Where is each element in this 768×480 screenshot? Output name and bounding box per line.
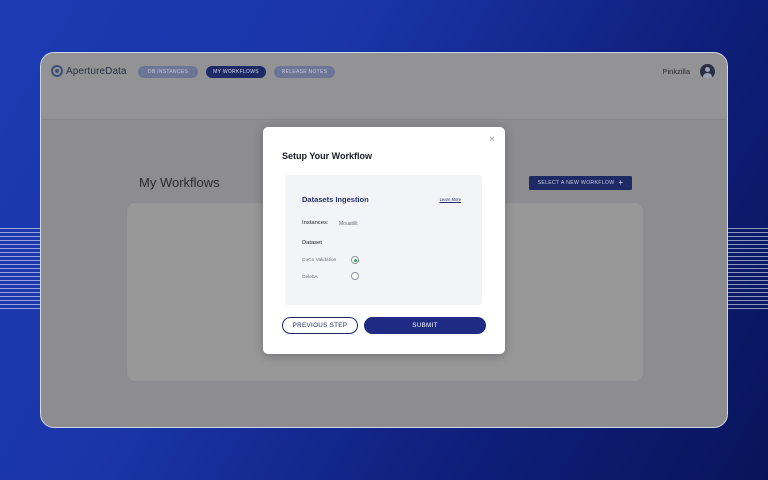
nav-my-workflows[interactable]: MY WORKFLOWS [206,66,266,78]
dataset-label: Dataset [302,240,322,246]
avatar[interactable] [700,64,715,79]
logo-text: ApertureData [66,65,127,77]
top-navigation-bar: ApertureData DB INSTANCES MY WORKFLOWS R… [41,53,727,120]
setup-workflow-modal: × Setup Your Workflow Datasets Ingestion… [263,127,505,354]
workflow-config-panel: Datasets Ingestion Learn More Instances:… [285,175,482,305]
aperture-logo-icon [51,65,63,77]
modal-title: Setup Your Workflow [282,151,373,161]
nav-release-notes[interactable]: RELEASE NOTES [274,66,335,78]
previous-step-button[interactable]: PREVIOUS STEP [282,317,358,334]
page-title: My Workflows [139,175,220,190]
close-icon[interactable]: × [489,135,495,145]
dataset-option-label-celeba: CelebA [302,275,318,280]
submit-button[interactable]: SUBMIT [364,317,486,334]
logo[interactable]: ApertureData [51,65,127,77]
username[interactable]: Pinkzilla [662,67,690,76]
learn-more-link[interactable]: Learn More [440,197,461,202]
workflow-name: Datasets Ingestion [302,195,369,204]
dataset-radio-coco[interactable] [351,256,359,264]
select-new-workflow-label: SELECT A NEW WORKFLOW [537,180,615,186]
dataset-option-label-coco: CoCo Validation [302,258,337,263]
plus-icon: + [618,178,624,187]
instances-label: Instances: [302,220,329,226]
select-new-workflow-button[interactable]: SELECT A NEW WORKFLOW + [529,176,632,190]
instances-value: Mouatilit [339,221,358,227]
dataset-radio-celeba[interactable] [351,272,359,280]
nav-db-instances[interactable]: DB INSTANCES [138,66,198,78]
